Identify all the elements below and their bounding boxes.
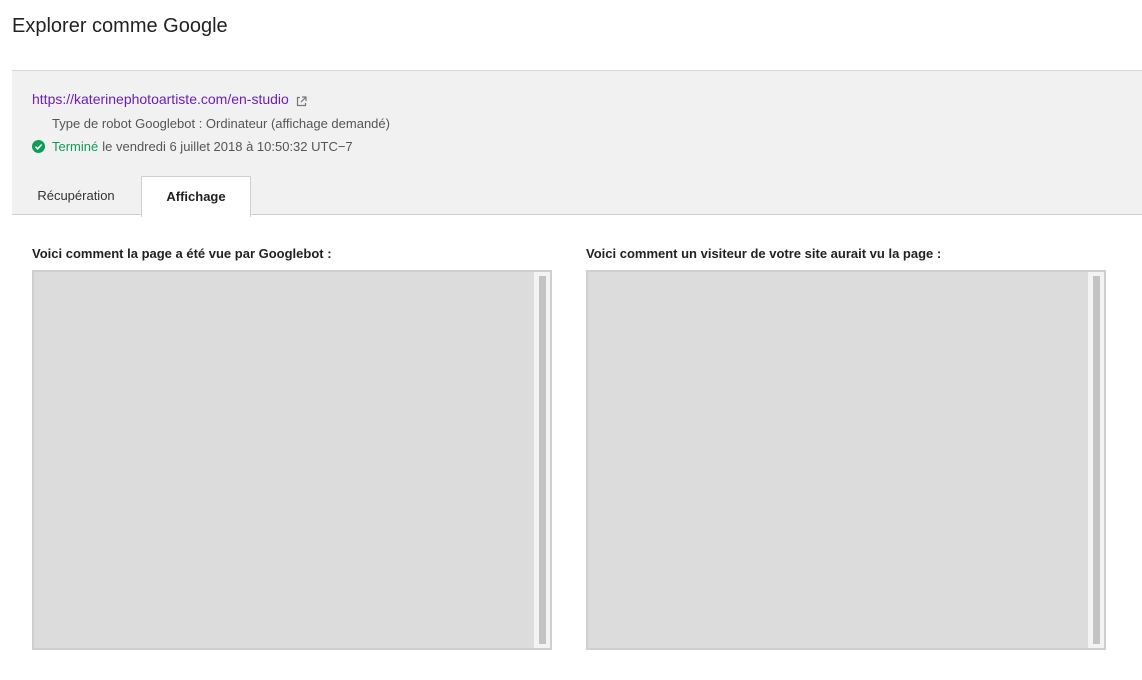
status-date: le vendredi 6 juillet 2018 à 10:50:32 UT…: [102, 139, 353, 154]
status-badge: Terminé: [52, 139, 99, 154]
googlebot-preview-scroll-thumb[interactable]: [539, 276, 546, 644]
visitor-view-label: Voici comment un visiteur de votre site …: [586, 246, 942, 261]
external-link-icon[interactable]: [296, 94, 307, 106]
page-title: Explorer comme Google: [12, 15, 228, 37]
visitor-render-preview: [586, 270, 1106, 650]
googlebot-view-label: Voici comment la page a été vue par Goog…: [32, 246, 332, 261]
fetched-url-link[interactable]: https://katerinephotoartiste.com/en-stud…: [32, 91, 289, 107]
googlebot-preview-scrollbar[interactable]: [534, 272, 550, 648]
googlebot-render-preview: [32, 270, 552, 650]
fetch-info-panel: https://katerinephotoartiste.com/en-stud…: [12, 70, 1142, 217]
status-row: Terminé le vendredi 6 juillet 2018 à 10:…: [32, 139, 353, 154]
robot-type-text: Type de robot Googlebot : Ordinateur (af…: [52, 116, 390, 131]
url-row: https://katerinephotoartiste.com/en-stud…: [32, 91, 307, 107]
visitor-preview-scrollbar[interactable]: [1088, 272, 1104, 648]
check-circle-icon: [32, 140, 45, 153]
visitor-preview-scroll-thumb[interactable]: [1093, 276, 1100, 644]
tab-render[interactable]: Affichage: [141, 176, 251, 217]
tab-fetch[interactable]: Récupération: [12, 176, 140, 216]
